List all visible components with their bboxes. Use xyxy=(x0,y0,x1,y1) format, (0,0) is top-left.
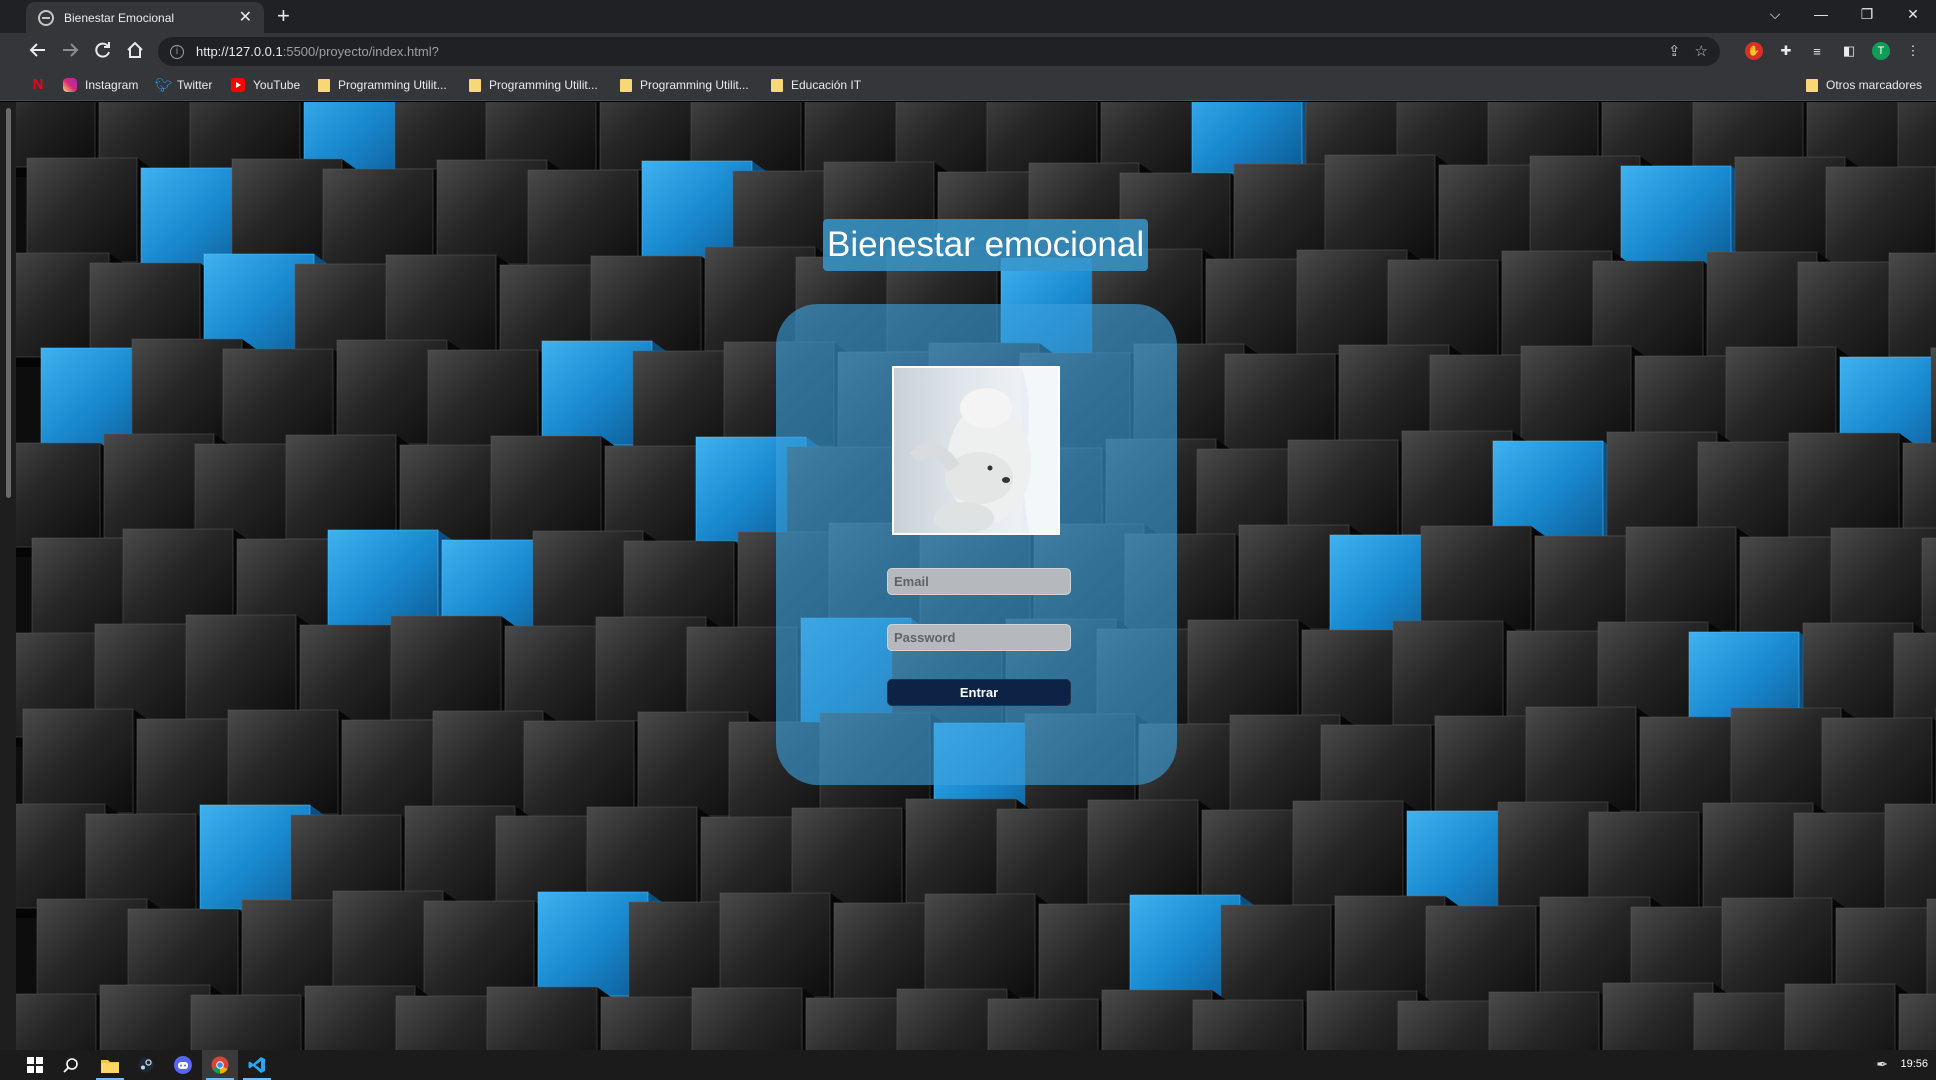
adblock-extension-icon[interactable]: ✋ xyxy=(1745,42,1763,60)
reload-icon xyxy=(95,42,110,58)
email-field[interactable] xyxy=(887,568,1071,595)
extensions-puzzle-icon[interactable]: ✚ xyxy=(1777,42,1795,60)
scrollbar-thumb[interactable] xyxy=(6,108,11,498)
chrome-icon xyxy=(211,1056,229,1074)
password-field[interactable] xyxy=(887,624,1071,651)
page-viewport: Bienestar emocional Entrar xyxy=(0,102,1936,1050)
file-explorer-button[interactable] xyxy=(92,1050,128,1080)
reload-button[interactable] xyxy=(92,41,114,63)
scrollbar[interactable] xyxy=(0,102,16,1050)
bookmark-programming-1[interactable]: Programming Utilit... xyxy=(318,78,447,92)
bookmarks-bar: N Instagram 🐦︎ Twitter YouTube Programmi… xyxy=(0,71,1936,101)
windows-start-button[interactable] xyxy=(17,1050,53,1080)
arrow-right-icon xyxy=(63,43,79,57)
vscode-button[interactable] xyxy=(239,1050,275,1080)
bookmark-educacion-it[interactable]: Educación IT xyxy=(771,78,861,92)
profile-avatar[interactable]: T xyxy=(1872,42,1890,60)
black-cube xyxy=(691,987,816,1050)
page-title: Bienestar emocional xyxy=(823,219,1149,271)
minimize-button[interactable]: — xyxy=(1798,3,1844,25)
black-cube xyxy=(16,993,110,1050)
folder-icon xyxy=(318,78,330,92)
address-bar[interactable]: i http://127.0.0.1:5500/proyecto/index.h… xyxy=(158,37,1720,66)
windows-taskbar: ✒ 19:56 xyxy=(0,1050,1936,1080)
polar-bear-icon xyxy=(909,368,1058,533)
home-button[interactable] xyxy=(124,41,146,63)
browser-toolbar: i http://127.0.0.1:5500/proyecto/index.h… xyxy=(0,33,1936,71)
search-button[interactable] xyxy=(53,1050,89,1080)
bookmark-netflix[interactable]: N xyxy=(31,76,53,93)
twitter-icon: 🐦︎ xyxy=(155,77,173,93)
folder-icon xyxy=(1806,78,1818,92)
arrow-left-icon xyxy=(29,43,45,57)
black-cube xyxy=(486,986,611,1050)
black-cube xyxy=(1784,983,1909,1050)
globe-icon xyxy=(38,9,54,26)
folder-icon xyxy=(771,78,783,92)
black-cube xyxy=(1897,102,1936,177)
black-cube xyxy=(190,994,315,1050)
back-button[interactable] xyxy=(27,41,49,63)
share-icon[interactable]: ⇪ xyxy=(1668,42,1681,60)
tab-search-button[interactable]: ⌵ xyxy=(1752,3,1798,25)
folder-icon xyxy=(101,1059,119,1073)
vscode-icon xyxy=(248,1057,265,1073)
windows-logo-icon xyxy=(27,1057,43,1073)
folder-icon xyxy=(469,78,481,92)
discord-button[interactable] xyxy=(165,1050,201,1080)
tab-title: Bienestar Emocional xyxy=(64,10,175,25)
bookmark-star-icon[interactable]: ☆ xyxy=(1695,42,1708,60)
home-icon xyxy=(127,41,143,58)
bookmark-instagram[interactable]: Instagram xyxy=(63,78,138,92)
black-cube xyxy=(987,998,1112,1050)
tab-close-icon[interactable]: ✕ xyxy=(239,9,252,26)
instagram-icon xyxy=(63,78,77,92)
login-button[interactable]: Entrar xyxy=(887,679,1071,706)
black-cube xyxy=(1898,993,1936,1050)
black-cube xyxy=(1192,999,1317,1050)
discord-icon xyxy=(174,1056,192,1074)
folder-icon xyxy=(620,78,632,92)
search-icon xyxy=(63,1058,78,1073)
steam-icon xyxy=(138,1057,154,1073)
clock: 19:56 xyxy=(1900,1058,1928,1070)
site-info-icon[interactable]: i xyxy=(170,44,184,59)
tab-strip: Bienestar Emocional ✕ + ⌵ — ❐ ✕ xyxy=(0,0,1936,33)
browser-tab[interactable]: Bienestar Emocional ✕ xyxy=(26,2,264,33)
steam-button[interactable] xyxy=(128,1050,164,1080)
chrome-button[interactable] xyxy=(202,1050,238,1080)
forward-button[interactable] xyxy=(59,41,81,63)
url-text[interactable]: http://127.0.0.1:5500/proyecto/index.htm… xyxy=(196,44,439,59)
black-cube xyxy=(1488,991,1613,1050)
restore-button[interactable]: ❐ xyxy=(1844,3,1890,25)
black-cube xyxy=(1888,252,1936,367)
new-tab-button[interactable]: + xyxy=(277,5,290,27)
menu-kebab-icon[interactable]: ⋮ xyxy=(1904,42,1922,60)
bookmark-twitter[interactable]: 🐦︎ Twitter xyxy=(155,78,212,92)
bookmark-other-folder[interactable]: Otros marcadores xyxy=(1806,78,1922,92)
polar-bears-image xyxy=(892,366,1060,535)
pen-workspace-icon[interactable]: ✒ xyxy=(1876,1056,1888,1073)
netflix-icon: N xyxy=(32,76,44,93)
youtube-icon xyxy=(231,78,245,92)
side-panel-icon[interactable]: ◧ xyxy=(1840,42,1858,60)
login-card: Entrar xyxy=(776,304,1177,785)
bookmark-youtube[interactable]: YouTube xyxy=(231,78,300,92)
media-control-icon[interactable]: ≡ xyxy=(1808,42,1826,60)
bookmark-programming-2[interactable]: Programming Utilit... xyxy=(469,78,598,92)
close-window-button[interactable]: ✕ xyxy=(1890,3,1936,25)
bookmark-programming-3[interactable]: Programming Utilit... xyxy=(620,78,749,92)
